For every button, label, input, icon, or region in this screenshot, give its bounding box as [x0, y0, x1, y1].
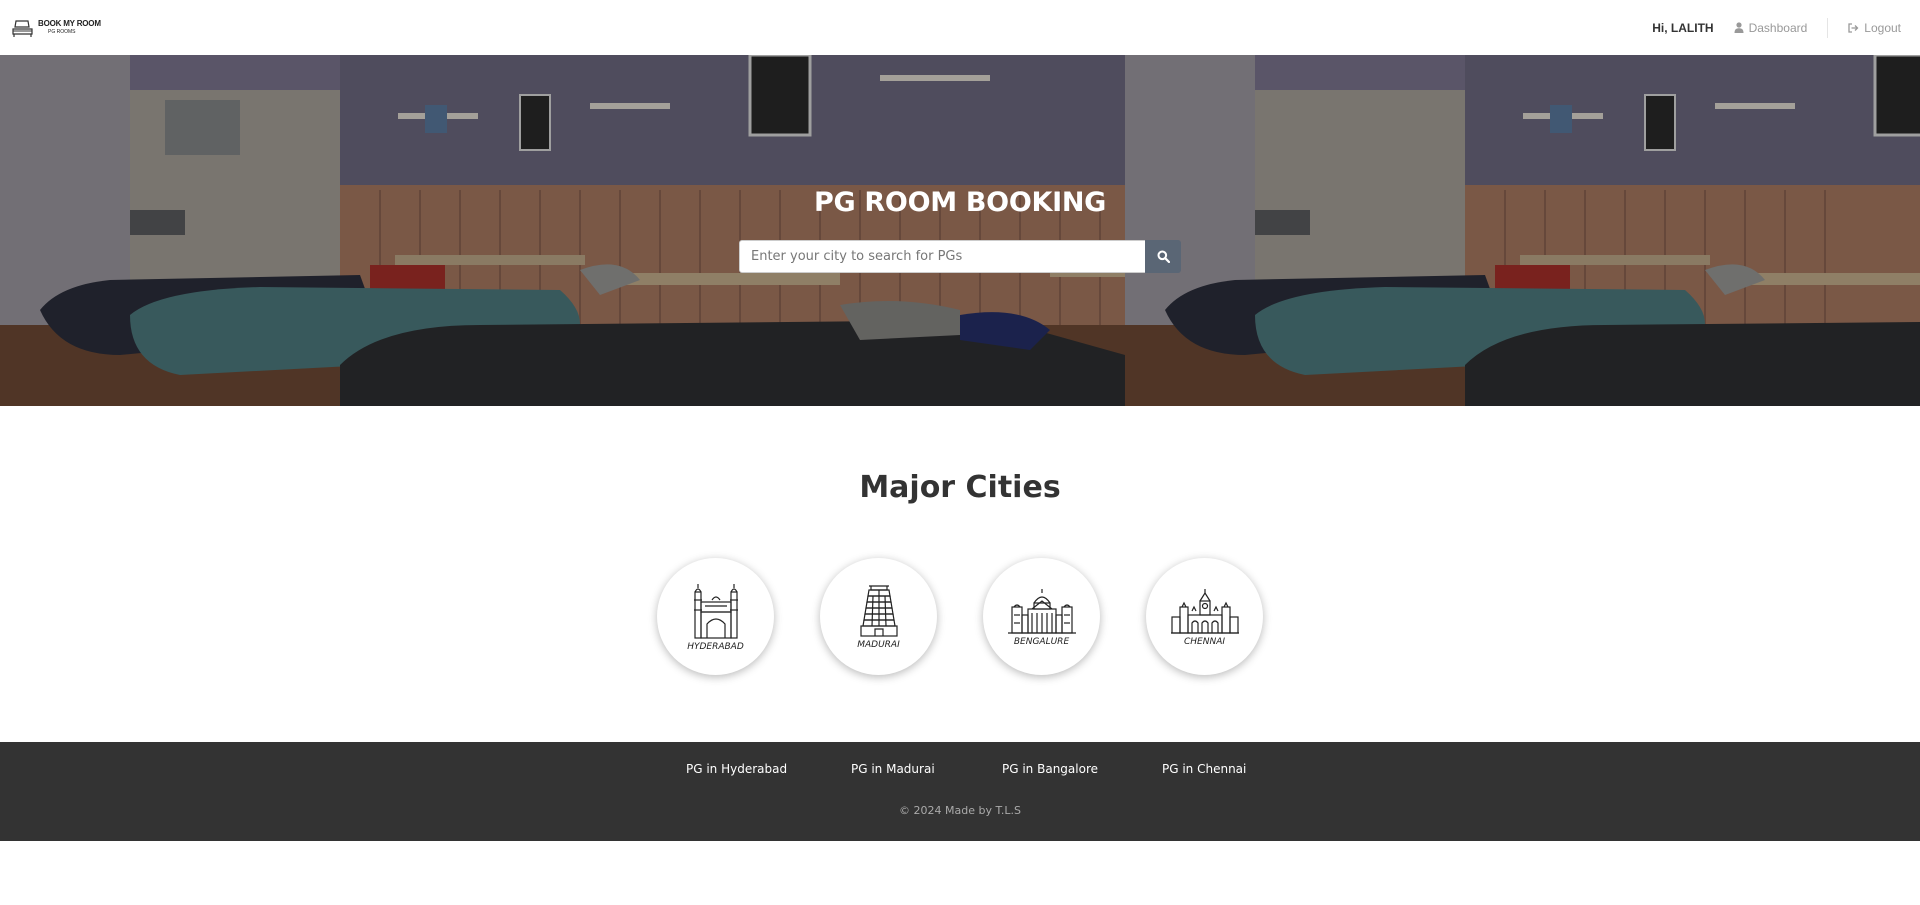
user-greeting: Hi, LALITH	[1652, 20, 1714, 35]
footer-link-madurai[interactable]: PG in Madurai	[851, 762, 935, 776]
city-card-chennai[interactable]: CHENNAI	[1146, 558, 1263, 675]
nav-divider	[1827, 17, 1829, 38]
logout-link[interactable]: Logout	[1848, 21, 1901, 35]
city-search-input[interactable]	[739, 240, 1145, 273]
hero-banner: PG ROOM BOOKING	[0, 55, 1920, 406]
logo-bed-icon	[12, 19, 33, 37]
vidhana-soudha-icon	[1007, 588, 1076, 634]
user-nav: Hi, LALITH Dashboard Logout	[1652, 0, 1908, 55]
footer-link-hyderabad[interactable]: PG in Hyderabad	[686, 762, 787, 776]
logout-label: Logout	[1864, 20, 1901, 35]
temple-gopuram-icon	[859, 584, 898, 637]
logo-sub-text: PG ROOMS	[48, 29, 76, 35]
logo-main-text: BOOK MY ROOM	[38, 19, 101, 28]
sign-out-icon	[1848, 22, 1859, 33]
city-list: HYDERABAD MADURAI BENGALURE CHENNAI	[657, 558, 1263, 675]
charminar-icon	[693, 583, 738, 639]
city-card-hyderabad[interactable]: HYDERABAD	[657, 558, 774, 675]
dashboard-label: Dashboard	[1748, 20, 1808, 35]
hero-title: PG ROOM BOOKING	[813, 187, 1107, 218]
search-icon	[1157, 250, 1170, 263]
top-navbar: BOOK MY ROOM PG ROOMS Hi, LALITH Dashboa…	[0, 0, 1920, 55]
city-card-madurai[interactable]: MADURAI	[820, 558, 937, 675]
city-label: HYDERABAD	[687, 641, 744, 652]
hero-dark-overlay	[0, 55, 1920, 406]
city-search-form	[739, 240, 1181, 273]
copyright-text: © 2024 Made by T.L.S	[899, 804, 1021, 817]
major-cities-heading: Major Cities	[859, 470, 1061, 505]
footer-link-bangalore[interactable]: PG in Bangalore	[1002, 762, 1098, 776]
user-icon	[1734, 22, 1744, 33]
city-label: MADURAI	[857, 639, 900, 650]
city-card-bengalure[interactable]: BENGALURE	[983, 558, 1100, 675]
city-label: BENGALURE	[1013, 636, 1070, 647]
city-label: CHENNAI	[1183, 636, 1225, 647]
brand-logo[interactable]: BOOK MY ROOM PG ROOMS	[12, 18, 101, 38]
footer-link-chennai[interactable]: PG in Chennai	[1162, 762, 1246, 776]
central-station-icon	[1170, 588, 1239, 634]
footer: PG in Hyderabad PG in Madurai PG in Bang…	[0, 742, 1920, 841]
dashboard-link[interactable]: Dashboard	[1734, 20, 1808, 35]
search-button[interactable]	[1145, 240, 1181, 273]
